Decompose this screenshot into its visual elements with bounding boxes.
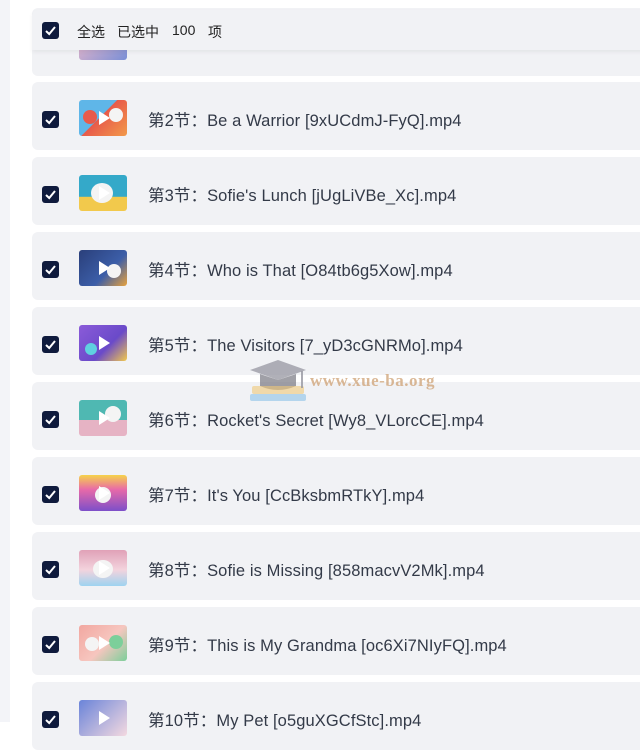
selected-label: 已选中: [117, 24, 159, 40]
play-icon: [99, 186, 110, 200]
list-item[interactable]: 第2节：Be a Warrior [9xUCdmJ-FyQ].mp4: [32, 82, 640, 150]
video-thumbnail[interactable]: [79, 625, 127, 661]
checkbox[interactable]: [42, 336, 59, 353]
checkbox[interactable]: [42, 186, 59, 203]
watermark: www.xue-ba.org: [246, 356, 476, 416]
selected-unit: 项: [208, 24, 222, 40]
selection-toolbar: 全选 已选中 100 项: [32, 10, 640, 50]
video-thumbnail[interactable]: [79, 175, 127, 211]
play-icon: [99, 336, 110, 350]
checkbox[interactable]: [42, 411, 59, 428]
select-all-checkbox[interactable]: [42, 22, 59, 39]
video-thumbnail[interactable]: [79, 475, 127, 511]
video-thumbnail[interactable]: [79, 325, 127, 361]
checkbox[interactable]: [42, 636, 59, 653]
video-thumbnail[interactable]: [79, 100, 127, 136]
list-item[interactable]: 第10节：My Pet [o5guXGCfStc].mp4: [32, 682, 640, 750]
video-title[interactable]: 第4节：Who is That [O84tb6g5Xow].mp4: [148, 257, 453, 281]
play-icon: [99, 411, 110, 425]
checkbox[interactable]: [42, 111, 59, 128]
video-thumbnail[interactable]: [79, 400, 127, 436]
list-item[interactable]: 第4节：Who is That [O84tb6g5Xow].mp4: [32, 232, 640, 300]
video-title[interactable]: 第8节：Sofie is Missing [858macvV2Mk].mp4: [148, 557, 485, 581]
list-item[interactable]: 第8节：Sofie is Missing [858macvV2Mk].mp4: [32, 532, 640, 600]
play-icon: [99, 261, 110, 275]
list-item[interactable]: 第3节：Sofie's Lunch [jUgLiVBe_Xc].mp4: [32, 157, 640, 225]
checkbox[interactable]: [42, 486, 59, 503]
checkbox[interactable]: [42, 561, 59, 578]
select-all-label[interactable]: 全选: [77, 22, 105, 42]
video-title[interactable]: 第2节：Be a Warrior [9xUCdmJ-FyQ].mp4: [148, 107, 462, 131]
play-icon: [99, 636, 110, 650]
play-icon: [99, 111, 110, 125]
graduation-cap-icon: [250, 360, 306, 401]
video-title[interactable]: 第10节：My Pet [o5guXGCfStc].mp4: [148, 707, 421, 731]
video-title[interactable]: 第9节：This is My Grandma [oc6Xi7NIyFQ].mp4: [148, 632, 507, 656]
watermark-text: www.xue-ba.org: [310, 371, 436, 390]
checkbox[interactable]: [42, 711, 59, 728]
play-icon: [99, 486, 110, 500]
selected-count: 100: [172, 22, 196, 38]
video-thumbnail[interactable]: [79, 250, 127, 286]
list-item[interactable]: 第9节：This is My Grandma [oc6Xi7NIyFQ].mp4: [32, 607, 640, 675]
video-thumbnail[interactable]: [79, 550, 127, 586]
video-title[interactable]: 第7节：It's You [CcBksbmRTkY].mp4: [148, 482, 424, 506]
list-item[interactable]: 第7节：It's You [CcBksbmRTkY].mp4: [32, 457, 640, 525]
checkbox[interactable]: [42, 261, 59, 278]
video-thumbnail[interactable]: [79, 700, 127, 736]
video-title[interactable]: 第3节：Sofie's Lunch [jUgLiVBe_Xc].mp4: [148, 182, 456, 206]
play-icon: [99, 711, 110, 725]
play-icon: [99, 561, 110, 575]
video-title[interactable]: 第5节：The Visitors [7_yD3cGNRMo].mp4: [148, 332, 463, 356]
